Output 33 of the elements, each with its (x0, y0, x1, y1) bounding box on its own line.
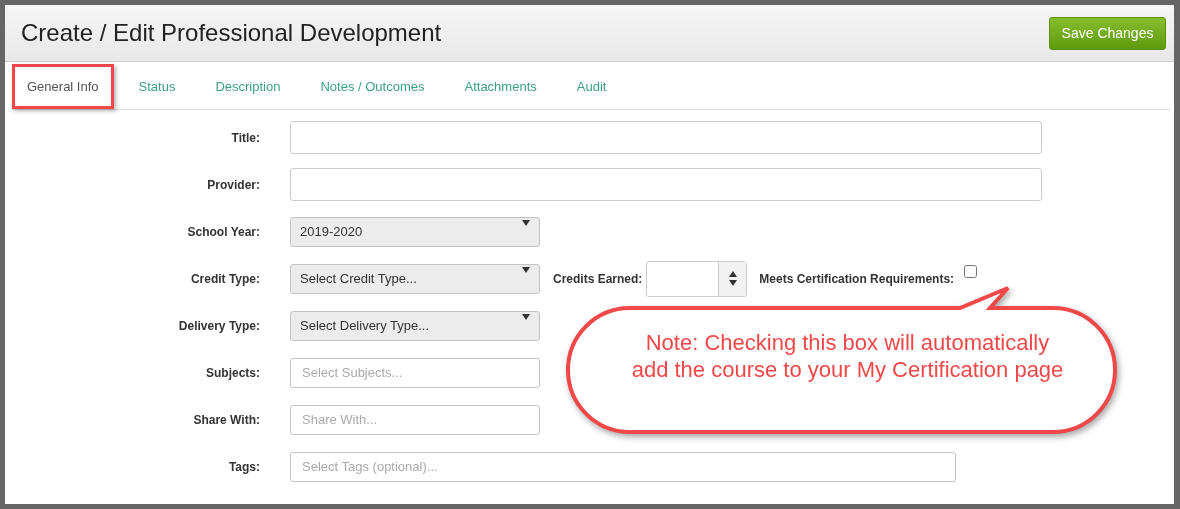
page-title: Create / Edit Professional Development (21, 18, 442, 48)
number-field[interactable] (646, 260, 748, 297)
tab[interactable]: Audit (561, 64, 622, 109)
field-label: Tags: (227, 458, 260, 476)
tab[interactable]: Status (123, 64, 191, 109)
dropdown[interactable]: Select Delivery Type... (290, 310, 540, 341)
field-label: Credit Type: (189, 270, 260, 288)
tab[interactable]: Attachments (449, 64, 552, 109)
field-label: Provider: (206, 176, 260, 194)
save-changes-button[interactable]: Save Changes (1049, 16, 1166, 50)
dropdown[interactable]: Select Credit Type... (290, 263, 540, 294)
field-label: Title: (230, 129, 260, 147)
caret-icon (522, 219, 530, 226)
caret-icon (522, 313, 530, 320)
field-label: Delivery Type: (177, 317, 260, 335)
tab[interactable]: General Info (12, 64, 114, 109)
field-label: School Year: (186, 223, 260, 241)
text-field[interactable] (290, 168, 1042, 201)
text-field[interactable] (290, 121, 1042, 154)
dropdown[interactable]: 2019-2020 (290, 216, 540, 247)
field-label: Subjects: (205, 364, 260, 382)
select-field[interactable]: Select Subjects... (290, 357, 540, 388)
field-label: Share With: (192, 411, 260, 429)
field-label: Meets Certification Requirements: (759, 270, 955, 288)
tab[interactable]: Notes / Outcomes (305, 64, 440, 109)
caret-icon (522, 266, 530, 273)
select-field[interactable]: Share With... (290, 404, 540, 435)
select-field[interactable]: Select Tags (optional)... (290, 451, 956, 482)
checkbox[interactable] (964, 265, 978, 278)
tab[interactable]: Description (200, 64, 296, 109)
callout-text: Note: Checking this box will automatically add the course to your My Certification page (630, 329, 1065, 383)
field-label: Credits Earned: (553, 270, 643, 288)
spinner-icon[interactable] (718, 261, 747, 296)
